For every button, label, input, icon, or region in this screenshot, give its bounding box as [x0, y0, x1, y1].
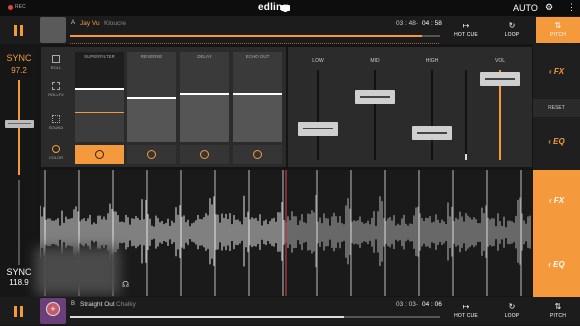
eq-label-low: LOW — [312, 58, 324, 64]
deck-a-pause-button[interactable] — [14, 25, 24, 36]
deck-b-bpm: 118.9 — [9, 278, 29, 287]
eq-label-high: HIGH — [425, 58, 439, 64]
power-icon — [95, 150, 104, 159]
deck-a-cover-art[interactable] — [40, 17, 66, 43]
fx-mode-color[interactable]: COLOR — [45, 145, 67, 160]
deck-b-title: Straight Out — [80, 301, 115, 308]
deck-b-artist: Chalky — [116, 301, 136, 308]
deck-a-time-total: 04 : 58 — [422, 20, 442, 27]
fx-label: DELAY — [197, 54, 212, 59]
logo-badge-icon — [281, 5, 290, 11]
deck-b-eq-tab[interactable]: ‹ EQ — [533, 234, 580, 297]
fx-level-bar — [180, 92, 229, 95]
deck-a-artist: Kloucre — [104, 20, 127, 27]
record-label[interactable]: REC — [15, 4, 26, 10]
deck-a-hot-cue-button[interactable]: ↦ HOT CUE — [444, 17, 488, 43]
loop-icon: ↻ — [508, 21, 516, 30]
deck-a-fx-tab[interactable]: ‹ FX — [533, 47, 580, 99]
eq-knob-vol[interactable] — [480, 72, 520, 86]
deck-a-sync-button[interactable]: SYNC — [0, 53, 38, 63]
fx-label: REVERSE — [140, 54, 163, 59]
deck-b-loop-button[interactable]: ↻ LOOP — [490, 298, 534, 324]
time-separator: - — [416, 301, 419, 308]
top-bar — [0, 0, 580, 16]
deck-b-sync-button[interactable]: SYNC — [0, 267, 38, 277]
more-vertical-icon[interactable]: ⋮ — [567, 2, 576, 13]
fx-marker-line — [75, 112, 124, 113]
deck-a-eq-tab[interactable]: ‹ EQ — [533, 117, 580, 170]
deck-b-fx-tab[interactable]: ‹ FX — [533, 170, 580, 234]
fx-mode-sound[interactable]: SOUND — [45, 115, 67, 130]
fx-level-bar — [75, 88, 124, 90]
pitch-icon: ⇅ — [554, 21, 562, 30]
arrow-right-icon: ↦ — [462, 302, 470, 311]
gear-icon[interactable]: ⚙ — [545, 2, 553, 13]
deck-b-progress-fill — [70, 316, 344, 318]
deck-a-mini-waveform — [70, 32, 440, 44]
pitch-icon: ⇅ — [554, 302, 562, 311]
fx-label: ECHO OUT — [245, 54, 270, 59]
deck-a-title: Jay Vu — [80, 20, 100, 27]
fx-toggle-button-2[interactable] — [180, 145, 229, 164]
fx-slider-1[interactable]: REVERSE — [127, 52, 176, 142]
reset-button[interactable]: RESET — [533, 99, 580, 117]
eq-knob-mid[interactable] — [355, 90, 395, 104]
deck-a-loop-button[interactable]: ↻ LOOP — [490, 17, 534, 43]
eq-label-mid: MID — [370, 58, 380, 64]
color-icon — [52, 145, 60, 153]
eq-track — [317, 70, 319, 160]
fx-toggle-button-1[interactable] — [127, 145, 176, 164]
fx-slider-0[interactable]: SUPERFILTER — [75, 52, 124, 142]
deck-a-letter: A — [71, 20, 76, 26]
deck-b-hot-cue-button[interactable]: ↦ HOT CUE — [444, 298, 488, 324]
fx-mode-rollfx[interactable]: ROLLFX — [45, 82, 67, 97]
fx-fill — [127, 97, 176, 142]
fx-level-bar — [127, 97, 176, 99]
eq-panel — [288, 47, 532, 167]
fx-label: SUPERFILTER — [84, 54, 115, 59]
record-icon[interactable] — [8, 5, 13, 10]
loop-icon: ↻ — [508, 302, 516, 311]
fx-fill — [233, 92, 282, 142]
eq-knob-low[interactable] — [298, 121, 338, 136]
power-icon — [147, 150, 156, 159]
pitch-track-lower — [18, 180, 20, 265]
power-icon — [200, 150, 209, 159]
pitch-slider-handle[interactable] — [5, 120, 34, 128]
deck-b-time-elapsed: 03 : 03 — [396, 301, 416, 308]
vu-meter — [465, 70, 467, 160]
fx-level-bar — [233, 92, 282, 95]
deck-b-pitch-button[interactable]: ⇅ PITCH — [536, 298, 580, 324]
eq-track — [431, 70, 433, 160]
roll-icon — [52, 82, 60, 90]
fx-toggle-button-0[interactable] — [75, 145, 124, 164]
deck-a-progress-fill — [70, 35, 422, 37]
deck-a-bpm: 97.2 — [11, 66, 27, 75]
fx-toggle-button-3[interactable] — [233, 145, 282, 164]
deck-a-time-elapsed: 03 : 48 — [396, 20, 416, 27]
fx-fill — [75, 88, 124, 142]
headphone-icon[interactable]: ☊ — [122, 280, 129, 289]
deck-a-pitch-button[interactable]: ⇅ PITCH — [536, 17, 580, 43]
grid-icon — [52, 115, 60, 123]
auto-mix-button[interactable]: AUTO — [513, 3, 538, 13]
eq-track — [374, 70, 376, 160]
add-track-icon[interactable]: + — [46, 302, 60, 316]
deck-b-pause-button[interactable] — [14, 306, 24, 317]
fx-slider-3[interactable]: ECHO OUT — [233, 52, 282, 142]
fx-fill — [180, 92, 229, 142]
deck-b-letter: B — [71, 301, 76, 307]
eq-knob-high[interactable] — [412, 126, 452, 140]
arrow-right-icon: ↦ — [462, 21, 470, 30]
deck-b-cover-blurred — [35, 247, 120, 295]
time-separator: - — [416, 20, 419, 27]
deck-b-time-total: 04 : 06 — [422, 301, 442, 308]
power-icon — [253, 150, 262, 159]
fx-slider-2[interactable]: DELAY — [180, 52, 229, 142]
vu-level — [465, 154, 467, 160]
fx-mode-roll[interactable]: ROLL — [45, 55, 67, 70]
eq-label-vol: VOL — [494, 58, 505, 64]
square-icon — [52, 55, 60, 63]
